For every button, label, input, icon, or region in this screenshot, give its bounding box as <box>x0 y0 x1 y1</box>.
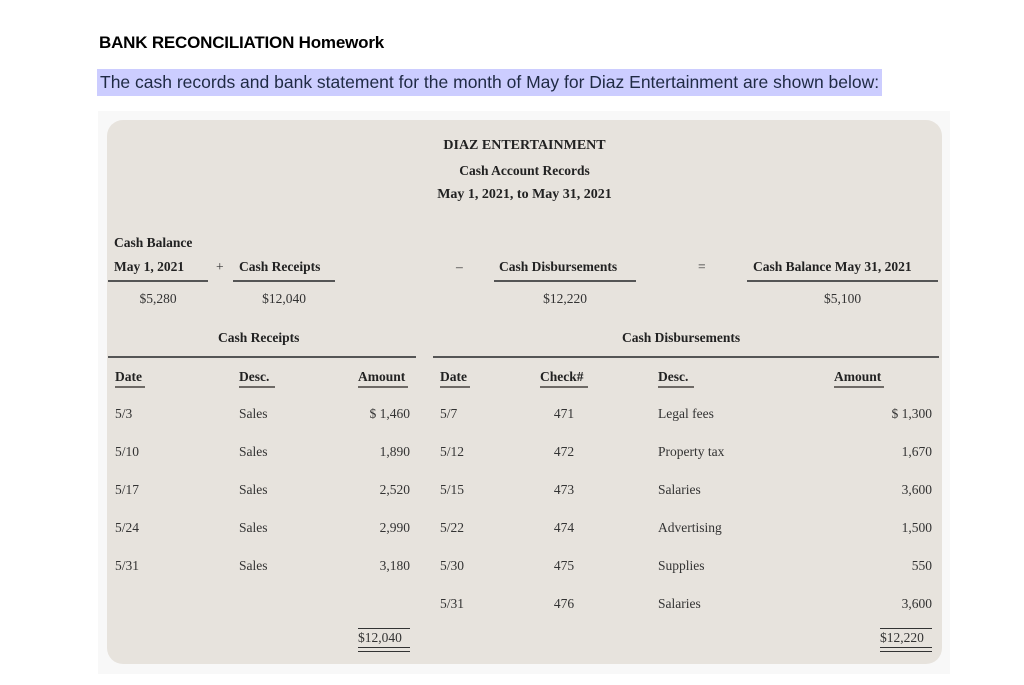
disbursements-value: $12,220 <box>543 291 587 306</box>
disbursement-amount: 3,600 <box>901 596 932 611</box>
receipt-amount: 2,990 <box>379 520 410 535</box>
receipt-amount: $ 1,460 <box>369 406 411 421</box>
disbursements-rule <box>494 280 636 282</box>
disbursement-desc: Advertising <box>658 520 722 535</box>
disbursement-check: 472 <box>553 444 575 459</box>
receipts-value: $12,040 <box>262 291 306 306</box>
disbursement-desc: Supplies <box>658 558 705 573</box>
disbursements-total: $12,220 <box>880 630 924 645</box>
receipts-rule <box>233 280 335 282</box>
end-balance-value: $5,100 <box>823 291 862 306</box>
disbursements-header-date: Date <box>440 369 467 384</box>
disbursements-total-topline <box>880 628 932 629</box>
statement-subtitle: Cash Account Records <box>459 163 590 178</box>
disbursements-label: Cash Disbursements <box>499 259 618 274</box>
plus-sign: + <box>216 259 224 274</box>
cash-records-panel: DIAZ ENTERTAINMENT Cash Account Records … <box>107 120 942 664</box>
receipt-date: 5/24 <box>115 520 140 535</box>
receipts-label: Cash Receipts <box>239 259 321 274</box>
receipt-desc: Sales <box>239 558 268 573</box>
disbursements-section-title: Cash Disbursements <box>622 330 741 345</box>
disbursement-date: 5/30 <box>440 558 465 573</box>
disbursement-desc: Salaries <box>658 596 701 611</box>
receipts-header-date-underline <box>115 386 145 388</box>
receipt-date: 5/17 <box>115 482 140 497</box>
begin-balance-rule <box>108 280 208 282</box>
disbursement-amount: $ 1,300 <box>891 406 933 421</box>
company-name: DIAZ ENTERTAINMENT <box>443 138 606 153</box>
receipts-header-desc-underline <box>239 386 275 388</box>
receipt-date: 5/3 <box>115 406 133 421</box>
disbursements-header-desc: Desc. <box>658 369 689 384</box>
disbursements-header-date-underline <box>440 386 470 388</box>
receipt-date: 5/31 <box>115 558 140 573</box>
receipt-desc: Sales <box>239 444 268 459</box>
disbursement-check: 474 <box>553 520 575 535</box>
disbursements-header-amount: Amount <box>834 369 882 384</box>
disbursement-check: 473 <box>553 482 575 497</box>
disbursement-desc: Property tax <box>658 444 725 459</box>
disbursements-header-amount-underline <box>834 386 884 388</box>
disbursement-amount: 1,670 <box>901 444 932 459</box>
receipt-desc: Sales <box>239 482 268 497</box>
begin-balance-label-1: Cash Balance <box>114 235 193 250</box>
end-balance-label: Cash Balance May 31, 2021 <box>753 259 912 274</box>
statement-period: May 1, 2021, to May 31, 2021 <box>437 187 612 202</box>
receipts-total-topline <box>358 628 410 629</box>
receipts-total: $12,040 <box>358 630 402 645</box>
receipts-section-title: Cash Receipts <box>218 330 300 345</box>
disbursement-amount: 1,500 <box>901 520 932 535</box>
disbursement-check: 471 <box>553 406 575 421</box>
document-title: BANK RECONCILIATION Homework <box>99 33 384 52</box>
disbursement-date: 5/15 <box>440 482 465 497</box>
begin-balance-value: $5,280 <box>139 291 177 306</box>
intro-text: The cash records and bank statement for … <box>97 69 883 96</box>
disbursements-section-rule <box>433 356 939 358</box>
receipts-header-desc: Desc. <box>239 369 270 384</box>
disbursement-check: 476 <box>553 596 575 611</box>
disbursements-total-double-underline <box>880 647 932 652</box>
receipts-header-amount-underline <box>358 386 408 388</box>
disbursement-amount: 3,600 <box>901 482 932 497</box>
receipt-amount: 3,180 <box>379 558 410 573</box>
disbursement-date: 5/7 <box>440 406 458 421</box>
begin-balance-label-2: May 1, 2021 <box>114 259 185 274</box>
receipts-total-double-underline <box>358 647 410 652</box>
disbursement-date: 5/12 <box>440 444 465 459</box>
disbursement-desc: Legal fees <box>658 406 714 421</box>
minus-sign: – <box>456 259 463 274</box>
equals-sign: = <box>698 259 706 274</box>
disbursement-date: 5/31 <box>440 596 465 611</box>
receipt-desc: Sales <box>239 406 268 421</box>
disbursement-amount: 550 <box>911 558 932 573</box>
receipts-header-date: Date <box>115 369 142 384</box>
receipt-desc: Sales <box>239 520 268 535</box>
disbursements-header-check: Check# <box>540 369 584 384</box>
receipt-amount: 2,520 <box>379 482 410 497</box>
disbursements-header-check-underline <box>540 386 588 388</box>
receipt-amount: 1,890 <box>379 444 410 459</box>
disbursement-date: 5/22 <box>440 520 465 535</box>
disbursements-header-desc-underline <box>658 386 694 388</box>
receipt-date: 5/10 <box>115 444 140 459</box>
end-balance-rule <box>747 280 938 282</box>
receipts-section-rule <box>108 356 416 358</box>
disbursement-check: 475 <box>553 558 575 573</box>
receipts-header-amount: Amount <box>358 369 406 384</box>
disbursement-desc: Salaries <box>658 482 701 497</box>
